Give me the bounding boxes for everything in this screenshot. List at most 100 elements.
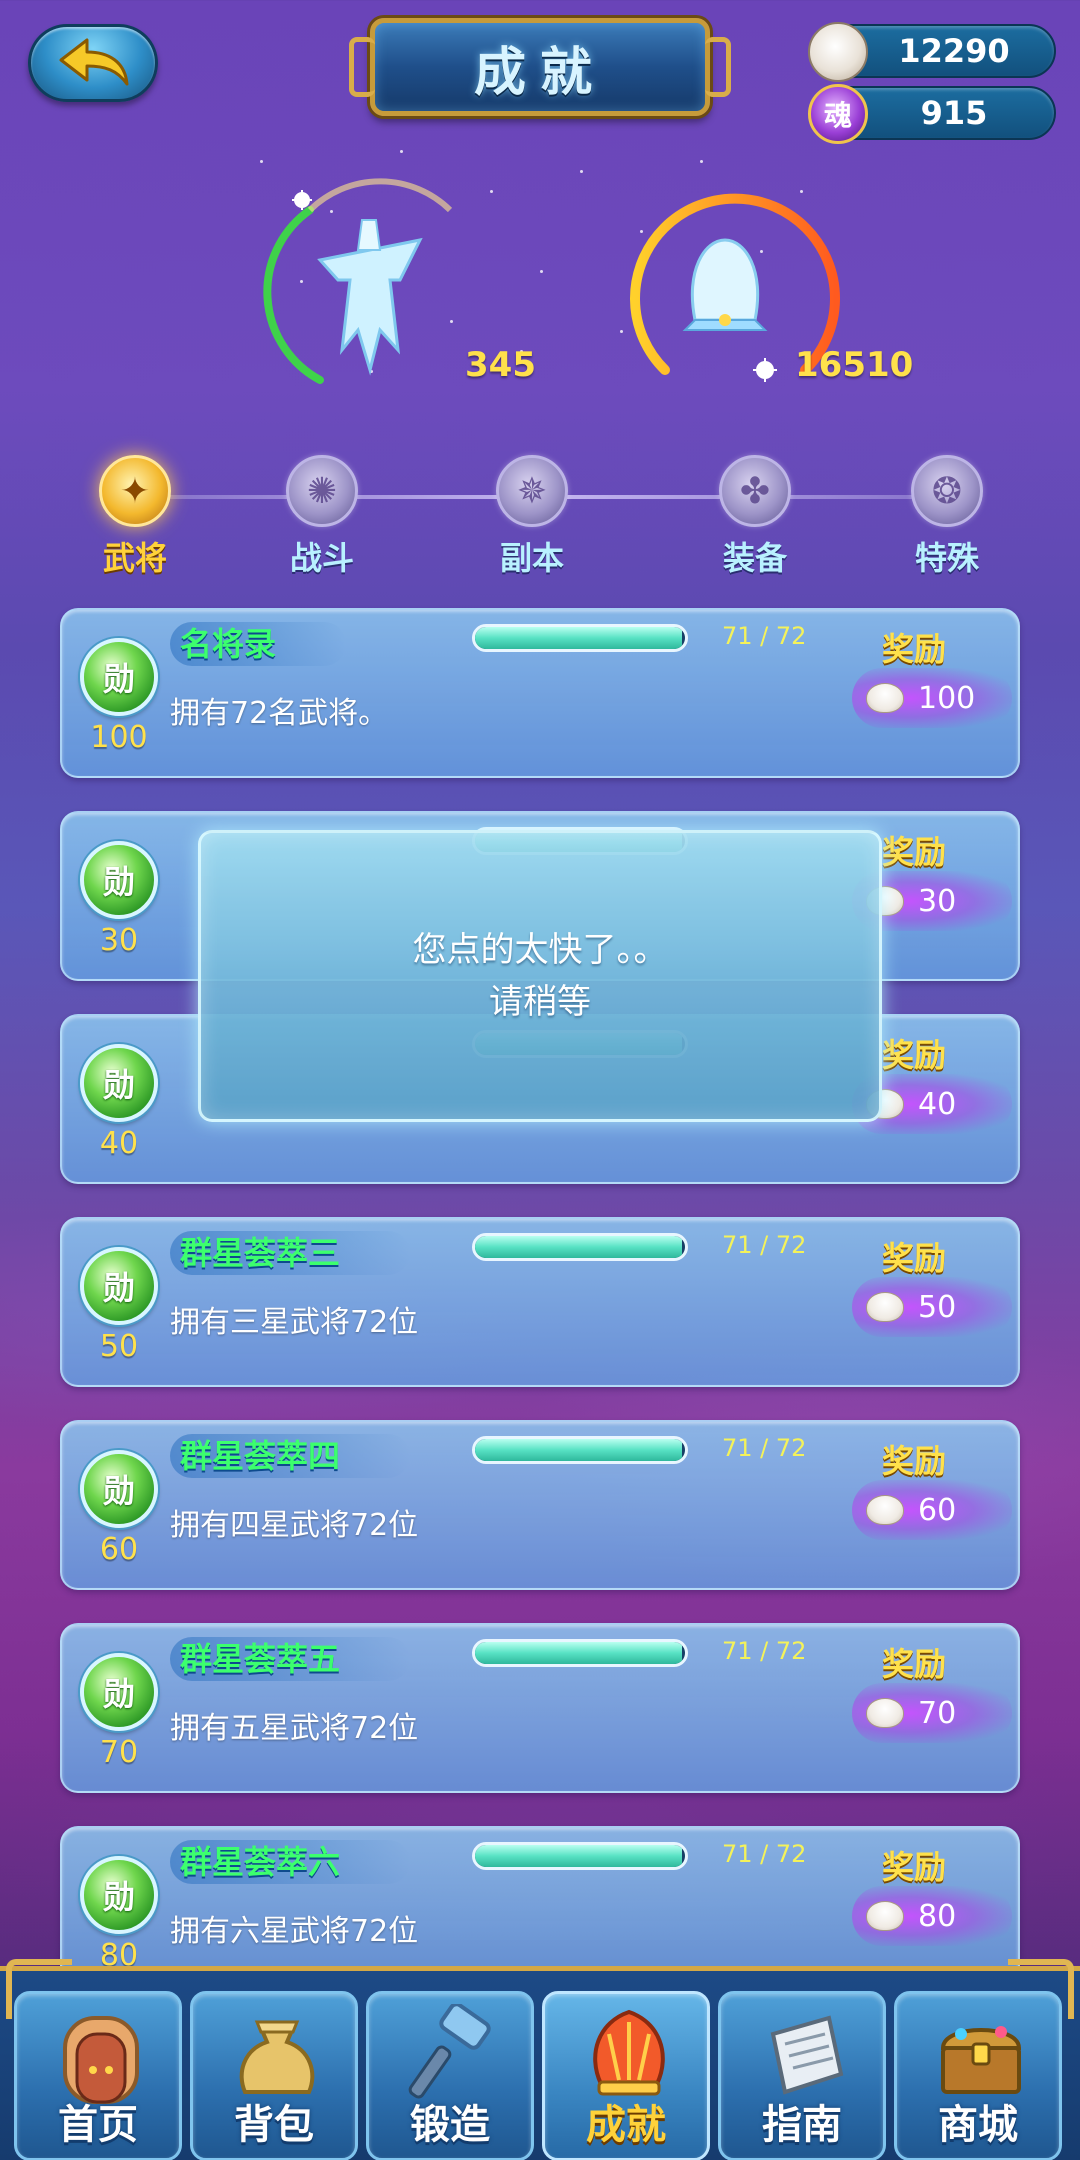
dungeon-icon: ✵: [496, 455, 568, 527]
achievement-points: 50: [99, 1329, 139, 1364]
back-button[interactable]: [28, 24, 158, 102]
progress-text: 71 / 72: [722, 1637, 807, 1665]
equipment-icon: ✤: [719, 455, 791, 527]
medal-icon: 勋: [80, 1450, 158, 1528]
reward-chip[interactable]: 50: [852, 1277, 1012, 1337]
reward-chip[interactable]: 80: [852, 1886, 1012, 1946]
reward-label: 奖励: [882, 1442, 947, 1480]
tab-label: 副本: [499, 539, 564, 577]
achievement-name: 群星荟萃四: [170, 1434, 411, 1478]
tab-label: 战斗: [289, 539, 354, 577]
progress-text: 71 / 72: [722, 622, 807, 650]
reward-label: 奖励: [882, 1645, 947, 1683]
achievement-points: 100: [90, 720, 148, 755]
achievement-name: 名将录: [170, 622, 347, 666]
medal-icon: 勋: [80, 1856, 158, 1934]
medal-icon: 勋: [80, 1653, 158, 1731]
achievement-card[interactable]: 勋 100 名将录 71 / 72 拥有72名武将。 奖励 100: [60, 608, 1020, 778]
progress-fill: [475, 1642, 683, 1664]
achievement-card[interactable]: 勋 60 群星荟萃四 71 / 72 拥有四星武将72位 奖励 60: [60, 1420, 1020, 1590]
reward-value: 30: [918, 883, 957, 919]
achievement-desc: 拥有72名武将。: [170, 696, 389, 731]
progress-fill: [475, 627, 683, 649]
progress-bar: [472, 1233, 688, 1261]
medal-icon: 勋: [80, 638, 158, 716]
reward-chip[interactable]: 70: [852, 1683, 1012, 1743]
bottom-nav: 首页 背包 锻造 成就 指南 商城: [0, 1959, 1080, 2160]
achievement-card[interactable]: 勋 50 群星荟萃三 71 / 72 拥有三星武将72位 奖励 50: [60, 1217, 1020, 1387]
title-ornament-left: [349, 37, 375, 97]
achievement-card[interactable]: 勋 70 群星荟萃五 71 / 72 拥有五星武将72位 奖励 70: [60, 1623, 1020, 1793]
tab-dungeon[interactable]: ✵ 副本: [472, 455, 592, 579]
tab-equipment[interactable]: ✤ 装备: [695, 455, 815, 579]
nav-label: 成就: [586, 2102, 666, 2148]
nav-home[interactable]: 首页: [14, 1991, 182, 2160]
nav-achievements[interactable]: 成就: [542, 1991, 710, 2160]
progress-text: 71 / 72: [722, 1840, 807, 1868]
achievement-name: 群星荟萃五: [170, 1637, 411, 1681]
reward-value: 70: [918, 1695, 957, 1731]
tab-battle[interactable]: ✺ 战斗: [262, 455, 382, 579]
title-ornament-right: [705, 37, 731, 97]
soul-orb-icon: 魂: [808, 84, 868, 144]
progress-text: 71 / 72: [722, 1231, 807, 1259]
trophy-arc-green: [263, 178, 453, 384]
achievement-points: 40: [99, 1126, 139, 1161]
nav-shop[interactable]: 商城: [894, 1991, 1062, 2160]
achievement-points: 60: [99, 1532, 139, 1567]
achievement-desc: 拥有三星武将72位: [170, 1305, 419, 1340]
progress-fill: [475, 1236, 683, 1258]
reward-chip[interactable]: 60: [852, 1480, 1012, 1540]
currency-buns: 12290: [808, 22, 1056, 82]
nav-forge[interactable]: 锻造: [366, 1991, 534, 2160]
nav-bag[interactable]: 背包: [190, 1991, 358, 2160]
progress-text: 71 / 72: [722, 1434, 807, 1462]
medal-icon: 勋: [80, 1247, 158, 1325]
general-icon: ✦: [99, 455, 171, 527]
reward-value: 60: [918, 1492, 957, 1528]
reward-value: 50: [918, 1289, 957, 1325]
tab-special[interactable]: ❂ 特殊: [887, 455, 1007, 579]
progress-bar: [472, 1639, 688, 1667]
back-arrow-icon: [59, 38, 129, 86]
nav-guide[interactable]: 指南: [718, 1991, 886, 2160]
reward-chip[interactable]: 100: [852, 668, 1012, 728]
tab-label: 武将: [102, 539, 167, 577]
achievement-desc: 拥有四星武将72位: [170, 1508, 419, 1543]
trophy-vessel[interactable]: [250, 170, 490, 410]
soul-value: 915: [920, 94, 988, 132]
achievement-points: 30: [99, 923, 139, 958]
medal-icon: 勋: [80, 1044, 158, 1122]
buns-value: 12290: [898, 32, 1010, 70]
nav-label: 首页: [58, 2102, 138, 2148]
toast-popup: 您点的太快了。。 请稍等: [198, 830, 882, 1122]
currency-soul: 魂 915: [808, 84, 1056, 144]
scroll-map-icon: [770, 2015, 844, 2095]
reward-label: 奖励: [882, 1848, 947, 1886]
treasure-chest-icon: [940, 2026, 1022, 2094]
reward-value: 40: [918, 1086, 957, 1122]
toast-line-2: 请稍等: [489, 982, 591, 1022]
tab-label: 特殊: [914, 539, 979, 577]
reward-label: 奖励: [882, 630, 947, 668]
progress-fill: [475, 1845, 683, 1867]
special-icon: ❂: [911, 455, 983, 527]
tab-generals[interactable]: ✦ 武将: [75, 455, 195, 579]
reward-label: 奖励: [882, 833, 947, 871]
progress-fill: [475, 1439, 683, 1461]
nav-label: 商城: [938, 2102, 1018, 2148]
progress-bar: [472, 1436, 688, 1464]
steamed-bun-icon: [866, 1901, 904, 1931]
steamed-bun-icon: [866, 1495, 904, 1525]
progress-bar: [472, 624, 688, 652]
nav-label: 背包: [234, 2102, 314, 2148]
achievement-name: 群星荟萃六: [170, 1840, 411, 1884]
reward-label: 奖励: [882, 1036, 947, 1074]
steamed-bun-icon: [866, 1698, 904, 1728]
gate-door-icon: [63, 2016, 139, 2104]
steamed-bun-icon: [808, 22, 868, 82]
achievement-points: 70: [99, 1735, 139, 1770]
hammer-icon: [408, 2004, 491, 2099]
steamed-bun-icon: [866, 1292, 904, 1322]
page-title: 成就: [473, 42, 606, 103]
